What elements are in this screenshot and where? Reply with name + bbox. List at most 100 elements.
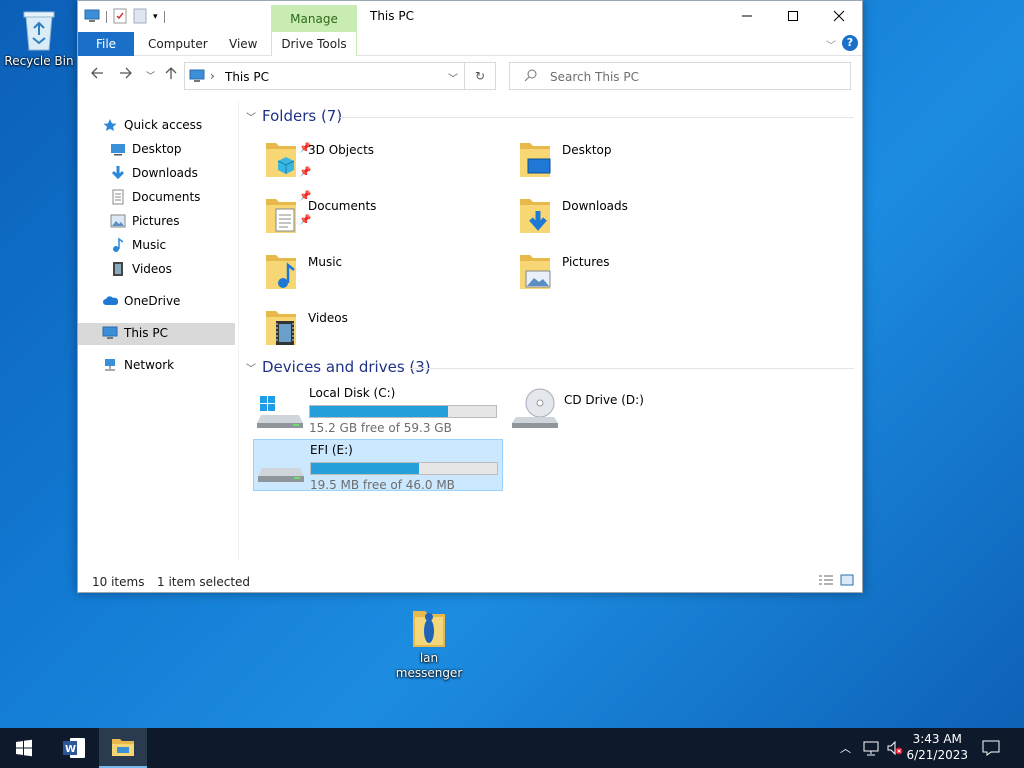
nav-item-this-pc[interactable]: This PC <box>102 322 168 344</box>
folder-name: Videos <box>308 311 348 325</box>
expand-ribbon-icon[interactable]: ﹀ <box>826 37 836 52</box>
film-icon <box>110 261 126 277</box>
up-button[interactable] <box>164 66 178 84</box>
search-placeholder: Search This PC <box>550 70 639 84</box>
devices-group-header[interactable]: ﹀ Devices and drives (3) <box>246 358 431 376</box>
address-dropdown-icon[interactable]: ﹀ <box>448 70 458 85</box>
folder-3d-objects[interactable]: 3D Objects <box>254 133 494 183</box>
drive-c[interactable]: Local Disk (C:) 15.2 GB free of 59.3 GB <box>253 383 503 435</box>
notifications-icon[interactable] <box>982 739 1000 760</box>
nav-label: Downloads <box>132 166 198 180</box>
lan-messenger-label: lan messenger <box>395 651 463 680</box>
tab-computer[interactable]: Computer <box>148 32 208 56</box>
up-arrow-icon <box>165 67 177 79</box>
breadcrumb-chevron-icon: › <box>210 69 215 83</box>
drive-d[interactable]: CD Drive (D:) <box>508 383 758 435</box>
windows-logo-icon <box>16 739 32 757</box>
item-count: 10 items <box>92 575 145 589</box>
collapse-chevron-icon: ﹀ <box>246 363 256 375</box>
drive-e[interactable]: EFI (E:) 19.5 MB free of 46.0 MB <box>253 439 503 492</box>
taskbar-file-explorer[interactable] <box>99 728 147 768</box>
back-arrow-icon <box>91 67 103 79</box>
nav-item-desktop[interactable]: Desktop <box>110 138 182 160</box>
drive-free-space: 19.5 MB free of 46.0 MB <box>310 478 455 492</box>
3d-objects-folder-icon <box>264 139 298 179</box>
videos-folder-icon <box>264 307 298 347</box>
cd-drive-icon <box>512 387 558 434</box>
customize-qat-icon[interactable]: ▾ <box>153 12 158 22</box>
nav-label: OneDrive <box>124 294 181 308</box>
nav-item-network[interactable]: Network <box>102 354 174 376</box>
nav-item-pictures[interactable]: Pictures <box>110 210 180 232</box>
maximize-button[interactable] <box>770 1 816 31</box>
close-icon <box>833 10 845 22</box>
folder-name: 3D Objects <box>308 143 375 157</box>
maximize-icon <box>788 11 798 21</box>
start-button[interactable] <box>0 728 48 768</box>
nav-label: Network <box>124 358 175 372</box>
music-folder-icon <box>264 251 298 291</box>
group-divider <box>410 368 854 369</box>
minimize-button[interactable] <box>724 1 770 31</box>
back-button[interactable] <box>90 66 104 84</box>
computer-icon <box>102 325 118 341</box>
nav-item-documents[interactable]: Documents <box>110 186 200 208</box>
folder-name: Downloads <box>562 199 628 213</box>
search-icon <box>524 69 537 85</box>
properties-icon[interactable] <box>113 8 127 27</box>
folder-downloads[interactable]: Downloads <box>508 189 748 239</box>
forward-arrow-icon <box>120 67 132 79</box>
group-title: Devices and drives (3) <box>262 358 431 376</box>
window-title: This PC <box>370 9 414 23</box>
nav-item-music[interactable]: Music <box>110 234 166 256</box>
drive-free-space: 15.2 GB free of 59.3 GB <box>309 421 452 435</box>
tab-view[interactable]: View <box>229 32 257 56</box>
manage-contextual-tab[interactable]: Manage <box>271 5 357 32</box>
folders-group-header[interactable]: ﹀ Folders (7) <box>246 107 342 125</box>
desktop-folder-icon <box>518 139 552 179</box>
nav-item-onedrive[interactable]: OneDrive <box>102 290 180 312</box>
clock-time: 3:43 AM <box>912 732 962 746</box>
documents-folder-icon <box>264 195 298 235</box>
show-hidden-icons-icon[interactable]: ︿ <box>840 740 851 756</box>
volume-muted-icon[interactable] <box>886 740 904 759</box>
separator <box>163 11 165 23</box>
details-view-icon[interactable] <box>818 574 834 589</box>
computer-icon[interactable] <box>84 9 100 26</box>
separator <box>106 11 107 23</box>
tab-drive-tools[interactable]: Drive Tools <box>271 32 357 56</box>
refresh-icon: ↻ <box>474 69 486 83</box>
nav-item-downloads[interactable]: Downloads <box>110 162 198 184</box>
drive-usage-bar <box>309 405 497 418</box>
large-icons-view-icon[interactable] <box>840 574 854 589</box>
star-icon <box>102 117 118 133</box>
recycle-bin-desktop-icon[interactable]: Recycle Bin <box>1 8 77 69</box>
tab-file[interactable]: File <box>78 32 134 56</box>
recent-locations-button[interactable]: ﹀ <box>146 69 155 82</box>
folder-name: Music <box>308 255 343 269</box>
folder-documents[interactable]: Documents <box>254 189 494 239</box>
folder-pictures[interactable]: Pictures <box>508 245 748 295</box>
folder-music[interactable]: Music <box>254 245 494 295</box>
status-bar: 10 items 1 item selected <box>78 572 862 592</box>
system-clock[interactable]: 3:43 AM 6/21/2023 <box>906 731 968 763</box>
address-bar[interactable]: › This PC ﹀ <box>184 62 465 90</box>
folder-desktop[interactable]: Desktop <box>508 133 748 183</box>
help-icon[interactable]: ? <box>842 35 858 51</box>
address-path: This PC <box>225 70 269 84</box>
ribbon-tabs: File Computer View Drive Tools ﹀ ? <box>78 32 862 56</box>
drive-name: Local Disk (C:) <box>309 386 396 400</box>
taskbar-word[interactable]: W <box>50 728 98 768</box>
folder-videos[interactable]: Videos <box>254 301 494 351</box>
network-tray-icon[interactable] <box>862 740 880 759</box>
group-title: Folders (7) <box>262 107 343 125</box>
refresh-button[interactable]: ↻ <box>465 62 496 90</box>
close-button[interactable] <box>816 1 862 31</box>
nav-item-quick-access[interactable]: Quick access <box>102 114 202 136</box>
forward-button[interactable] <box>119 66 133 84</box>
word-icon: W <box>63 738 85 758</box>
lan-messenger-desktop-icon[interactable]: lan messenger <box>391 605 467 681</box>
nav-item-videos[interactable]: Videos <box>110 258 172 280</box>
new-folder-icon[interactable] <box>133 8 147 27</box>
search-box[interactable]: Search This PC <box>509 62 851 90</box>
